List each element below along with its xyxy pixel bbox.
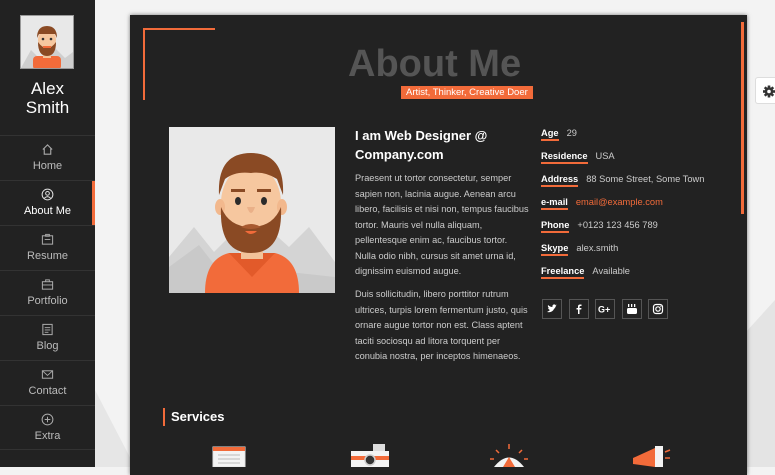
facebook-button[interactable] <box>569 299 589 319</box>
google-plus-icon: G+ <box>598 305 610 315</box>
info-key: Address <box>541 174 579 187</box>
sidebar-item-extra[interactable]: Extra <box>0 405 95 450</box>
info-row-residence: Residence USA <box>541 151 615 164</box>
sidebar-item-label: Contact <box>28 385 67 397</box>
bio-paragraph-1: Praesent ut tortor consectetur, semper s… <box>355 173 529 276</box>
bio-paragraph-2: Duis sollicitudin, libero porttitor rutr… <box>355 289 528 361</box>
portfolio-icon <box>41 279 54 290</box>
email-link[interactable]: email@example.com <box>576 197 663 207</box>
page-subtitle: Artist, Thinker, Creative Doer <box>401 86 533 99</box>
home-icon <box>42 144 53 155</box>
settings-button[interactable] <box>755 77 775 104</box>
info-value: +0123 123 456 789 <box>577 220 658 230</box>
info-row-address: Address 88 Some Street, Some Town <box>541 174 705 187</box>
plus-circle-icon <box>41 413 54 426</box>
avatar[interactable] <box>20 15 74 69</box>
info-row-email: e-mail email@example.com <box>541 197 663 210</box>
info-key: Residence <box>541 151 588 164</box>
info-value: 88 Some Street, Some Town <box>586 174 705 184</box>
svg-text:G+: G+ <box>598 305 610 315</box>
sunrise-icon <box>490 444 528 467</box>
facebook-icon <box>576 304 582 314</box>
page-title-text: About Me <box>348 43 522 85</box>
avatar-image <box>21 16 73 68</box>
info-value: USA <box>595 151 615 161</box>
info-value: 29 <box>566 128 577 138</box>
blog-icon <box>42 323 53 336</box>
sidebar-item-about-me[interactable]: About Me <box>0 180 95 226</box>
content-scrollbar[interactable] <box>741 22 744 214</box>
info-row-freelance: Freelance Available <box>541 266 630 279</box>
sidebar-item-label: Extra <box>34 430 61 442</box>
google-plus-button[interactable]: G+ <box>595 299 615 319</box>
info-row-phone: Phone +0123 123 456 789 <box>541 220 658 233</box>
services-heading: Services <box>163 408 225 426</box>
youtube-icon <box>627 304 637 314</box>
info-key: Freelance <box>541 266 585 279</box>
twitter-button[interactable] <box>542 299 562 319</box>
info-value: Available <box>592 266 630 276</box>
info-row-skype: Skype alex.smith <box>541 243 619 256</box>
title-corner-decoration-vertical <box>143 28 145 100</box>
contact-icon <box>41 370 54 379</box>
info-value: alex.smith <box>576 243 619 253</box>
profile-last-name: Smith <box>25 98 70 117</box>
sidebar-item-contact[interactable]: Contact <box>0 360 95 405</box>
sidebar-item-label: Resume <box>27 250 68 262</box>
youtube-button[interactable] <box>622 299 642 319</box>
instagram-icon <box>652 303 664 315</box>
bio-heading: I am Web Designer @ Company.com <box>355 128 488 162</box>
info-key: e-mail <box>541 197 568 210</box>
sidebar-item-portfolio[interactable]: Portfolio <box>0 270 95 315</box>
newspaper-icon <box>212 446 246 467</box>
sidebar-nav: Home About Me Resume Portfolio Blog Cont… <box>0 135 95 450</box>
sidebar-item-resume[interactable]: Resume <box>0 225 95 270</box>
sidebar-item-home[interactable]: Home <box>0 135 95 180</box>
info-row-age: Age 29 <box>541 128 577 141</box>
profile-first-name: Alex <box>30 79 65 98</box>
profile-illustration <box>169 127 335 293</box>
sidebar-item-label: Portfolio <box>27 295 68 307</box>
sidebar-item-label: About Me <box>23 205 72 217</box>
camera-icon <box>351 444 389 467</box>
sidebar-item-label: Home <box>32 160 63 172</box>
info-key: Phone <box>541 220 570 233</box>
gear-icon <box>763 85 775 98</box>
title-corner-decoration <box>143 28 215 30</box>
resume-icon <box>41 233 54 245</box>
twitter-icon <box>547 304 557 313</box>
megaphone-icon <box>633 446 671 467</box>
info-key: Age <box>541 128 559 141</box>
sidebar: Alex Smith Home About Me Resume Portfoli… <box>0 0 95 467</box>
instagram-button[interactable] <box>648 299 668 319</box>
info-key: Skype <box>541 243 569 256</box>
profile-photo <box>169 127 335 293</box>
sidebar-item-label: Blog <box>36 340 59 352</box>
user-icon <box>41 188 54 201</box>
sidebar-item-blog[interactable]: Blog <box>0 315 95 360</box>
